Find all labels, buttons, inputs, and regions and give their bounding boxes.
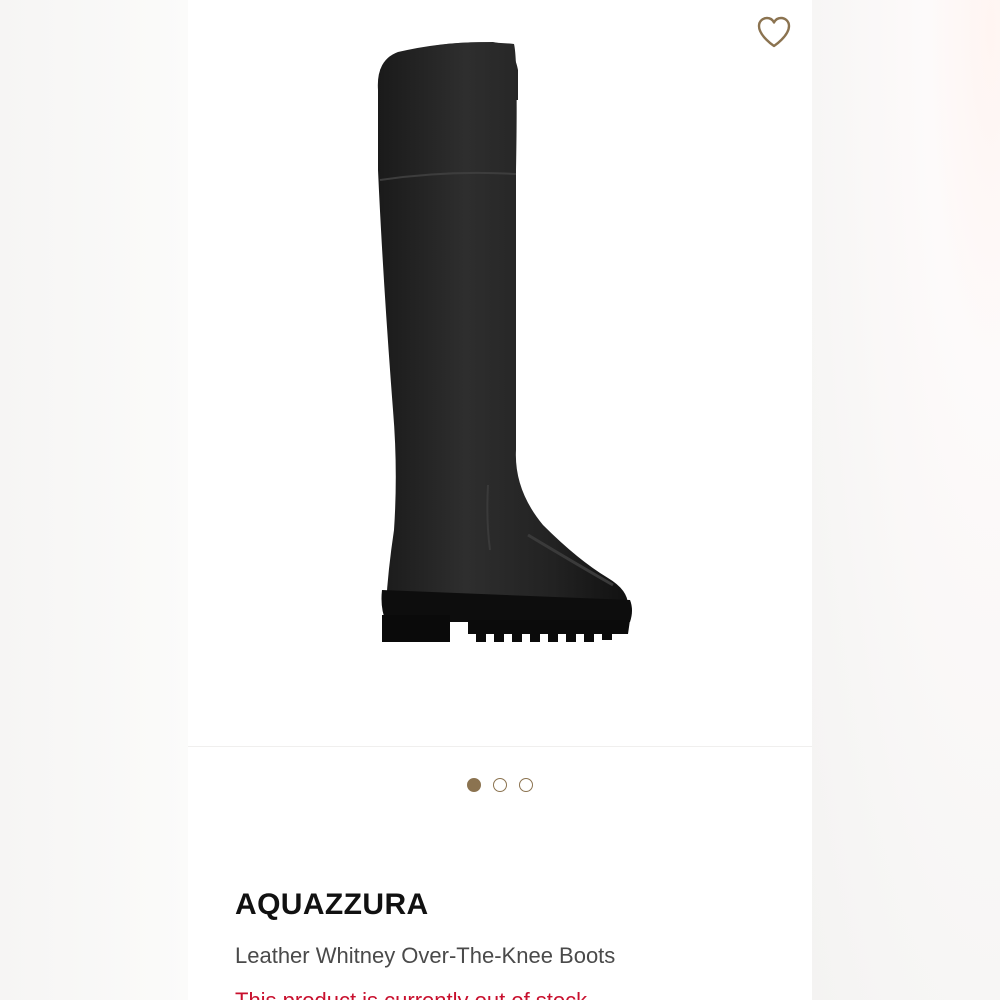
product-image-gallery[interactable] [188,0,812,746]
right-backdrop [812,0,1000,1000]
heart-icon [757,16,791,48]
product-name: Leather Whitney Over-The-Knee Boots [235,943,616,968]
product-page: AQUAZZURA Leather Whitney Over-The-Knee … [188,0,812,1000]
gallery-dot-1[interactable] [467,778,481,792]
gallery-dot-3[interactable] [519,778,533,792]
gallery-pagination [188,775,812,795]
gallery-divider [188,746,812,747]
boot-product-image [377,42,632,642]
stock-status-note: This product is currently out of stock [235,988,587,1000]
product-brand[interactable]: AQUAZZURA [235,888,429,922]
left-backdrop [0,0,188,1000]
wishlist-button[interactable] [752,10,796,54]
gallery-dot-2[interactable] [493,778,507,792]
